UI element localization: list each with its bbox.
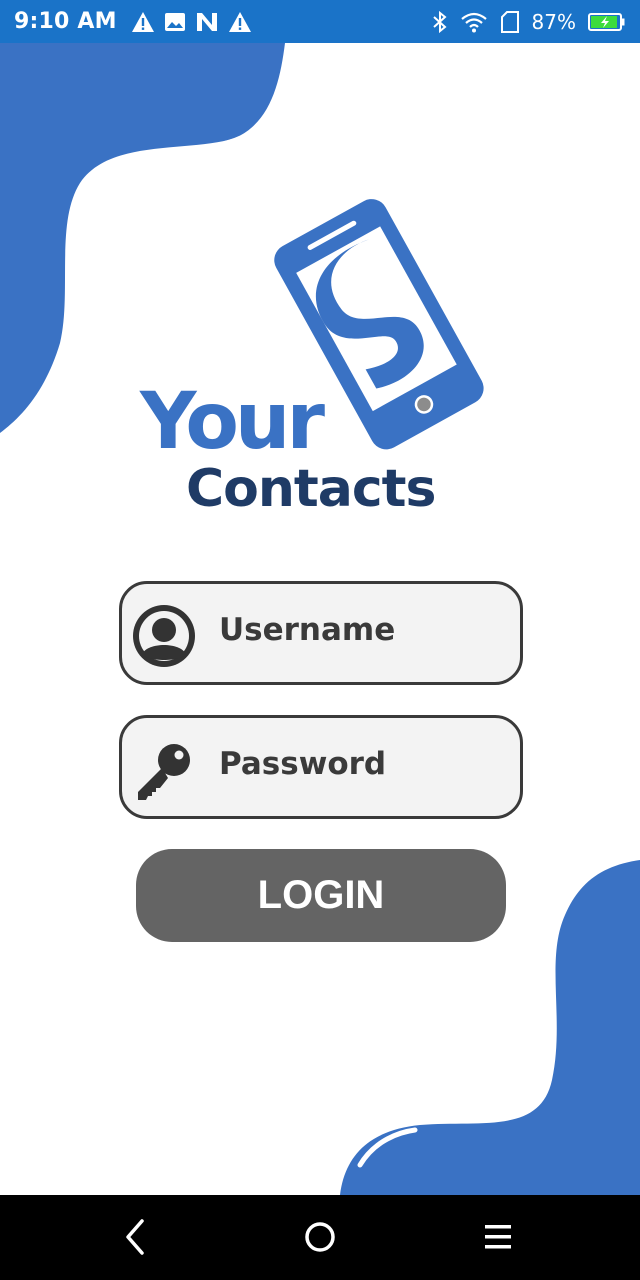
navigation-bar [0,1195,640,1280]
wifi-icon [460,12,487,32]
logo-text-contacts: Contacts [186,459,436,519]
menu-icon[interactable] [476,1215,520,1259]
warning-icon [131,11,154,32]
sim-icon [500,10,519,33]
username-field[interactable]: Username [119,581,523,685]
battery-charging-icon [588,12,625,31]
login-button[interactable]: LOGIN [136,849,506,942]
bluetooth-icon [432,10,447,33]
warning-icon [228,11,251,32]
battery-percent: 87% [531,9,576,34]
status-time: 9:10 AM [14,9,117,34]
username-placeholder: Username [219,612,396,648]
system-status-icons: 87% [432,10,626,34]
password-field[interactable]: Password [119,715,523,819]
logo-text-your: Your [140,377,325,467]
user-avatar-icon [133,605,195,667]
app-logo: Your Contacts [130,195,510,525]
back-icon[interactable] [114,1215,158,1259]
image-icon [164,12,185,31]
key-icon [138,744,190,800]
home-icon[interactable] [298,1215,342,1259]
n-app-icon [196,12,217,31]
password-placeholder: Password [219,746,387,782]
notification-icons [131,11,252,33]
status-bar: 9:10 AM 87% [0,0,640,43]
